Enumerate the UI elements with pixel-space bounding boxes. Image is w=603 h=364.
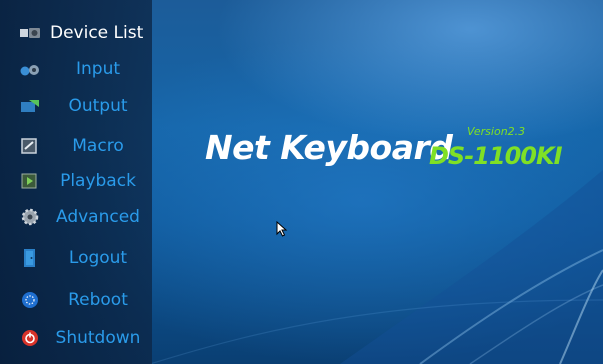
sidebar-item-label: Output — [68, 96, 128, 116]
sidebar-item-shutdown[interactable]: Shutdown — [0, 320, 152, 356]
sidebar-item-output[interactable]: Output — [0, 88, 152, 124]
gear-icon — [21, 208, 39, 226]
sidebar-item-logout[interactable]: Logout — [0, 240, 152, 276]
sidebar: Device List Input Output Macro Playback — [0, 0, 152, 364]
sidebar-item-label: Input — [75, 59, 121, 79]
sidebar-item-advanced[interactable]: Advanced — [0, 199, 152, 235]
logout-door-icon — [24, 249, 35, 267]
reboot-icon — [22, 292, 38, 308]
sidebar-item-label: Advanced — [56, 207, 140, 227]
playback-icon — [21, 173, 37, 189]
sidebar-item-playback[interactable]: Playback — [0, 163, 152, 199]
sidebar-item-label: Shutdown — [55, 328, 141, 348]
model-number: DS-1100KI — [429, 142, 562, 170]
sidebar-item-reboot[interactable]: Reboot — [0, 282, 152, 318]
sidebar-item-label: Playback — [60, 171, 136, 191]
input-icon — [20, 65, 39, 76]
brand-logo: Net Keyboard DS-1100KI Version2.3 — [205, 125, 562, 170]
version-label: Version2.3 — [467, 125, 526, 138]
sidebar-item-device-list[interactable]: Device List — [0, 15, 152, 51]
power-icon — [22, 330, 38, 346]
sidebar-item-input[interactable]: Input — [0, 51, 152, 87]
sidebar-item-label: Device List — [50, 23, 144, 43]
mouse-cursor-icon — [276, 221, 288, 237]
sidebar-item-label: Macro — [72, 136, 124, 156]
device-list-icon — [20, 28, 40, 38]
sidebar-item-label: Reboot — [68, 290, 128, 310]
sidebar-item-macro[interactable]: Macro — [0, 128, 152, 164]
sidebar-item-label: Logout — [68, 248, 128, 268]
macro-icon — [21, 138, 37, 154]
product-name: Net Keyboard — [205, 128, 453, 167]
output-icon — [21, 100, 39, 112]
